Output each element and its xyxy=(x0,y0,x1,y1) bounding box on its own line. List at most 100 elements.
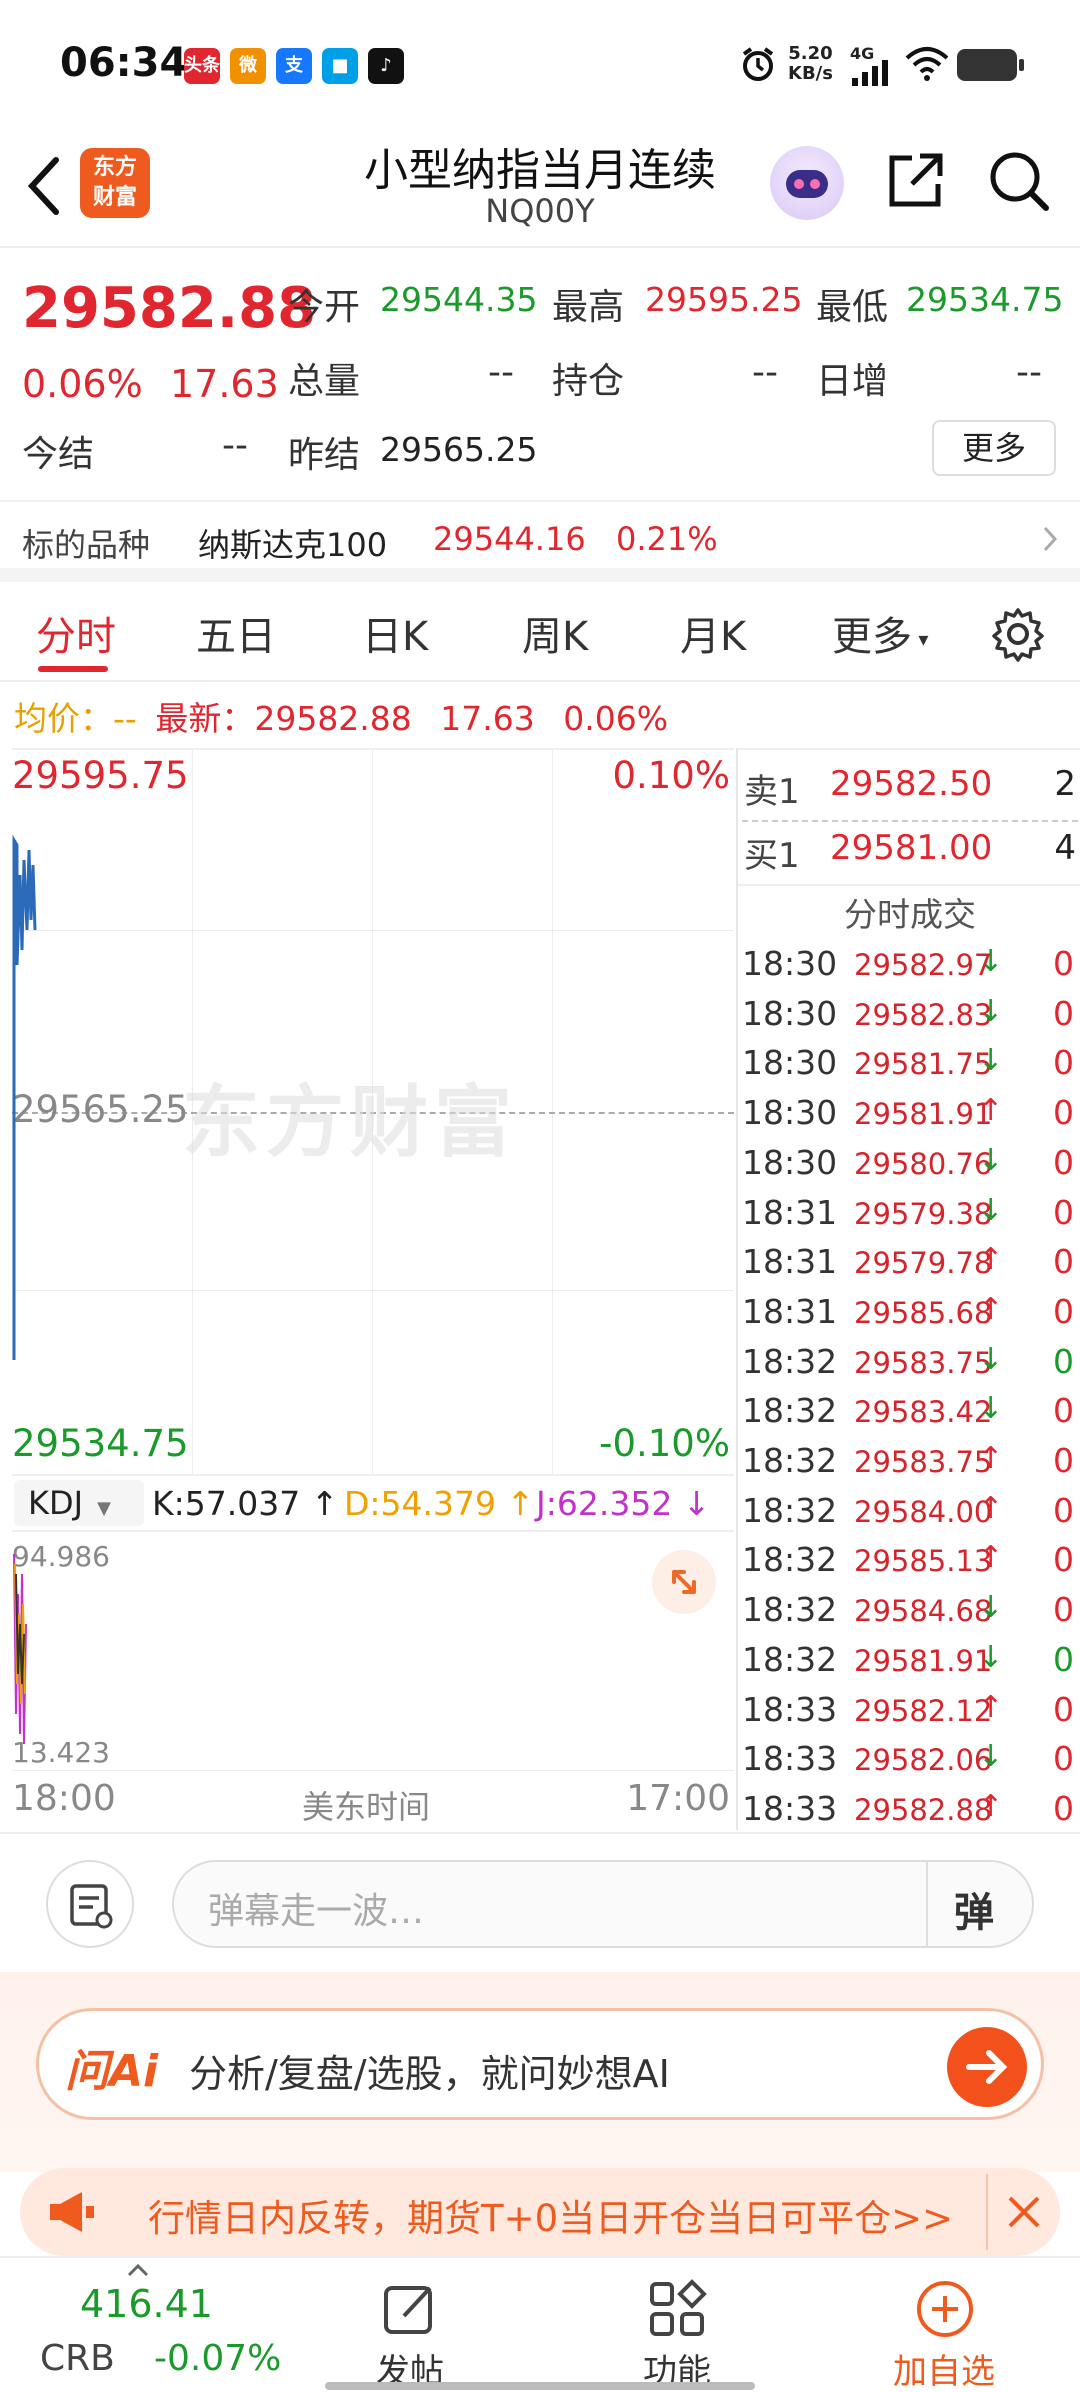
post-icon[interactable] xyxy=(380,2278,442,2344)
trade-price: 29583.75 xyxy=(854,1345,993,1380)
open-value: 29544.35 xyxy=(380,280,538,319)
trade-row: 18:32 29585.13 ↑ 0 xyxy=(742,1540,1078,1590)
trade-row: 18:31 29585.68 ↑ 0 xyxy=(742,1292,1078,1342)
trade-price: 29582.12 xyxy=(854,1693,993,1728)
trade-volume: 0 xyxy=(1053,993,1074,1033)
latest-change-pct: 0.06% xyxy=(563,699,669,738)
trade-volume: 0 xyxy=(1053,1291,1074,1331)
tab-five-day[interactable]: 五日 xyxy=(196,604,276,662)
tab-month-k[interactable]: 月K xyxy=(680,604,746,662)
index-name[interactable]: CRB xyxy=(40,2338,115,2379)
more-button[interactable]: 更多 xyxy=(932,420,1056,476)
daily-inc-value: -- xyxy=(1016,352,1042,393)
underlying-row[interactable]: 标的品种 纳斯达克100 29544.16 0.21% xyxy=(0,500,1080,582)
trade-volume: 0 xyxy=(1053,1391,1074,1431)
trade-price: 29579.38 xyxy=(854,1196,993,1231)
tab-more[interactable]: 更多 ▾ xyxy=(832,604,928,662)
intraday-chart[interactable]: 东方财富 29595.75 0.10% 29565.25 29534.75 -0… xyxy=(12,748,734,1830)
trade-volume: 0 xyxy=(1053,1739,1074,1779)
danmaku-list-icon[interactable] xyxy=(46,1860,134,1948)
trade-volume: 0 xyxy=(1053,1490,1074,1530)
trade-price: 29585.68 xyxy=(854,1295,993,1330)
trade-row: 18:32 29581.91 ↓ 0 xyxy=(742,1640,1078,1690)
trade-volume: 0 xyxy=(1053,1341,1074,1381)
function-icon[interactable] xyxy=(646,2278,708,2344)
trade-time: 18:32 xyxy=(742,1490,838,1530)
trade-row: 18:33 29582.12 ↑ 0 xyxy=(742,1690,1078,1740)
trade-volume: 0 xyxy=(1053,1788,1074,1828)
add-watch-icon[interactable] xyxy=(914,2278,976,2344)
megaphone-icon xyxy=(46,2188,98,2240)
latest-change: 17.63 xyxy=(440,699,535,738)
trade-row: 18:30 29581.91 ↑ 0 xyxy=(742,1093,1078,1143)
trade-time: 18:31 xyxy=(742,1242,838,1282)
tiktok-icon: ♪ xyxy=(368,48,404,84)
trade-row: 18:30 29582.97 ↓ 0 xyxy=(742,944,1078,994)
index-change[interactable]: -0.07% xyxy=(154,2338,281,2379)
trade-row: 18:30 29582.83 ↓ 0 xyxy=(742,994,1078,1044)
trade-direction-icon: ↓ xyxy=(978,1341,1004,1377)
trade-volume: 0 xyxy=(1053,1192,1074,1232)
order-book-panel: 卖1 29582.50 2 买1 29581.00 4 分时成交 18:30 29… xyxy=(736,748,1080,1830)
add-watch-button[interactable]: 加自选 xyxy=(864,2344,1024,2392)
trade-row: 18:32 29583.75 ↑ 0 xyxy=(742,1441,1078,1491)
prev-settle-label: 昨结 xyxy=(288,435,361,476)
tab-week-k[interactable]: 周K xyxy=(522,604,588,662)
toutiao-icon: 头条 xyxy=(184,48,220,84)
close-icon[interactable] xyxy=(1004,2192,1044,2236)
net-speed: 5.20 KB/s xyxy=(788,43,833,84)
expand-icon[interactable] xyxy=(652,1550,716,1614)
volume-value: -- xyxy=(488,352,514,393)
trade-volume: 0 xyxy=(1053,1689,1074,1729)
settings-gear-icon[interactable] xyxy=(990,606,1046,666)
index-value[interactable]: 416.41 xyxy=(80,2282,213,2326)
search-icon[interactable] xyxy=(986,148,1052,218)
ai-go-icon[interactable] xyxy=(947,2027,1027,2107)
tab-day-k[interactable]: 日K xyxy=(362,604,428,662)
page-title: 小型纳指当月连续 xyxy=(364,145,716,196)
settle-value: -- xyxy=(222,425,248,466)
signal-icon xyxy=(852,58,892,90)
trade-time: 18:31 xyxy=(742,1192,838,1232)
trade-price: 29583.42 xyxy=(854,1395,993,1430)
indicator-selector[interactable]: KDJ ▼ xyxy=(14,1480,144,1526)
danmaku-toggle-button[interactable]: 弹 xyxy=(954,1880,994,1938)
trade-direction-icon: ↓ xyxy=(978,1192,1004,1228)
price-line xyxy=(12,834,37,1360)
promo-banner[interactable]: 行情日内反转，期货T+0当日开仓当日可平仓>> xyxy=(20,2168,1060,2256)
danmaku-bar: 弹幕走一波… 弹 xyxy=(0,1832,1080,1972)
trade-price: 29579.78 xyxy=(854,1246,993,1281)
ai-section: 问Ai 分析/复盘/选股，就问妙想AI xyxy=(0,1972,1080,2172)
kdj-k: K:57.037 ↑ xyxy=(152,1484,339,1523)
low-label: 最低 xyxy=(816,287,889,328)
contract-code: NQ00Y xyxy=(485,192,595,230)
back-icon[interactable] xyxy=(22,154,66,222)
high-label: 最高 xyxy=(552,287,625,328)
underlying-price: 29544.16 xyxy=(433,520,586,558)
share-icon[interactable] xyxy=(884,148,948,216)
chevron-right-icon xyxy=(1040,524,1060,558)
ai-input[interactable]: 问Ai 分析/复盘/选股，就问妙想AI xyxy=(36,2008,1044,2120)
trade-direction-icon: ↓ xyxy=(978,1043,1004,1079)
trade-volume: 0 xyxy=(1053,1590,1074,1630)
underlying-name: 纳斯达克100 xyxy=(198,526,388,564)
avg-label: 均价： xyxy=(14,699,113,738)
trade-time: 18:32 xyxy=(742,1391,838,1431)
trade-time: 18:30 xyxy=(742,1093,838,1133)
kdj-lines xyxy=(13,1553,27,1745)
open-interest-label: 持仓 xyxy=(552,361,625,402)
header: 东方财富 小型纳指当月连续 NQ00Y xyxy=(0,130,1080,248)
home-indicator xyxy=(325,2382,755,2390)
underlying-change: 0.21% xyxy=(616,520,718,558)
tab-indicator xyxy=(38,666,108,672)
danmaku-input[interactable]: 弹幕走一波… 弹 xyxy=(172,1860,1034,1948)
latest-info: 均价：-- 最新：29582.88 17.63 0.06% xyxy=(14,692,668,740)
trade-direction-icon: ↑ xyxy=(978,1540,1004,1576)
trade-time: 18:30 xyxy=(742,1142,838,1182)
high-value: 29595.25 xyxy=(645,280,803,319)
trade-time: 18:32 xyxy=(742,1341,838,1381)
trade-direction-icon: ↑ xyxy=(978,1242,1004,1278)
tab-intraday[interactable]: 分时 xyxy=(36,604,116,662)
chevron-up-icon[interactable] xyxy=(126,2262,150,2281)
ai-assistant-icon[interactable] xyxy=(770,146,844,220)
